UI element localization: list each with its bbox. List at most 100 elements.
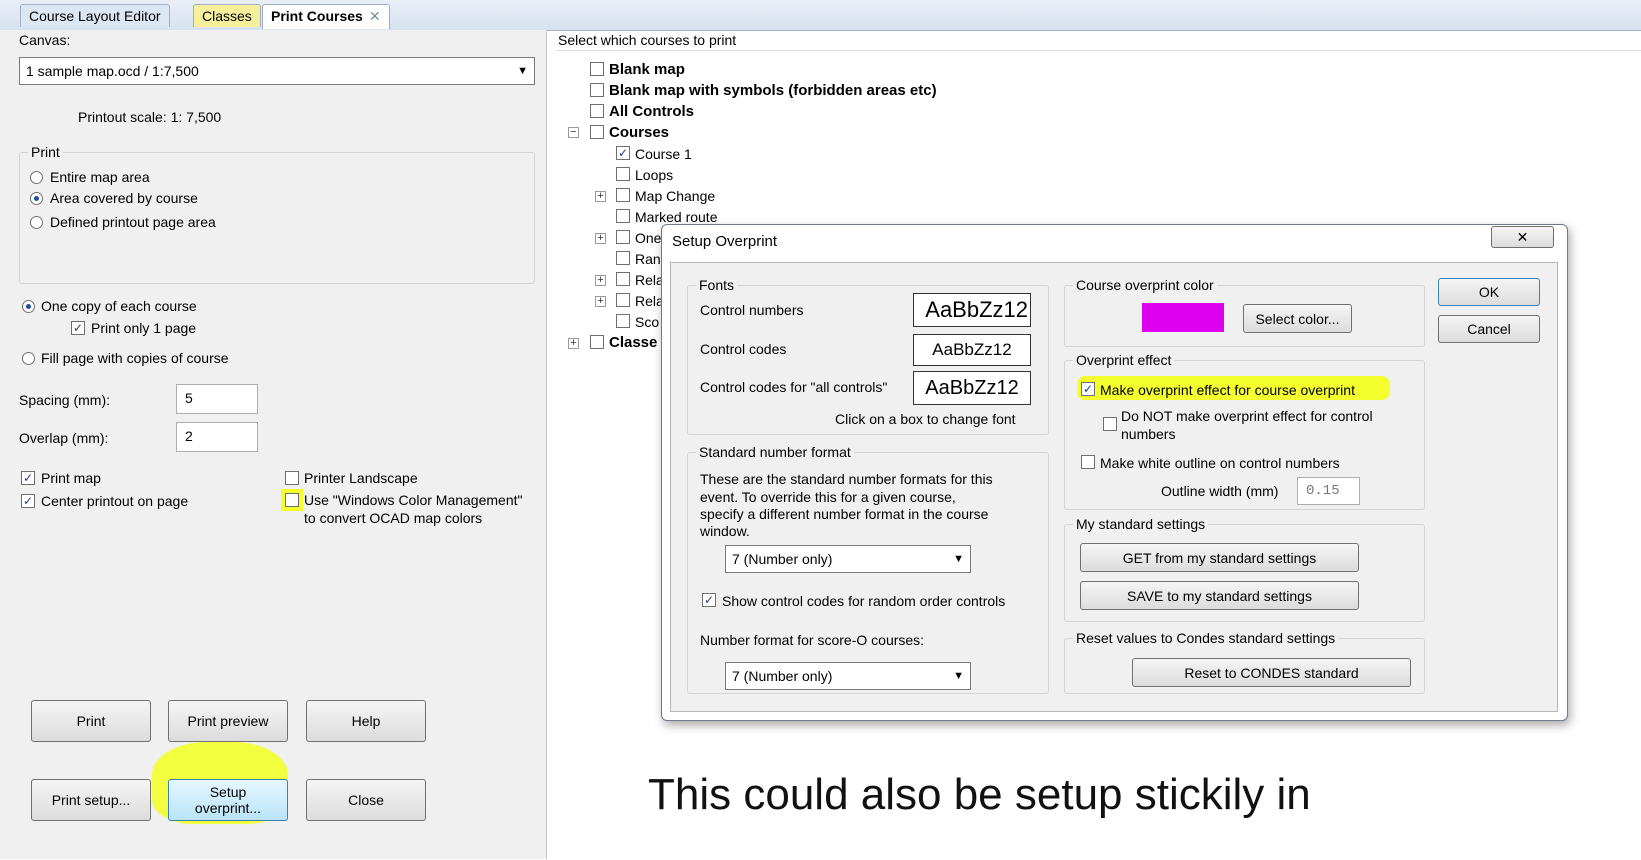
cancel-button[interactable]: Cancel xyxy=(1438,315,1540,343)
reset-condes-button[interactable]: Reset to CONDES standard xyxy=(1132,658,1411,687)
print-map-label: Print map xyxy=(41,470,101,486)
tab-print-courses[interactable]: Print Courses ✕ xyxy=(262,4,390,29)
tree-item-ran[interactable]: Ran xyxy=(635,251,661,267)
control-numbers-font-box[interactable]: AaBbZz12 xyxy=(913,293,1031,327)
radio-defined-area-label: Defined printout page area xyxy=(50,214,216,230)
checkbox-printer-landscape[interactable] xyxy=(285,471,299,485)
spacing-input[interactable]: 5 xyxy=(176,384,258,414)
tree-item-map-change[interactable]: Map Change xyxy=(635,188,715,204)
setup-overprint-button[interactable]: Setup overprint... xyxy=(168,779,288,821)
tree-item-loops[interactable]: Loops xyxy=(635,167,673,183)
radio-entire-map[interactable] xyxy=(30,171,43,184)
tree-item-all-controls[interactable]: All Controls xyxy=(609,103,694,120)
checkbox-all-controls[interactable] xyxy=(590,104,604,118)
do-not-overprint-label-2: numbers xyxy=(1121,426,1176,442)
checkbox-white-outline[interactable] xyxy=(1081,455,1095,469)
setup-overprint-label-2: overprint... xyxy=(194,800,262,816)
expand-icon[interactable]: + xyxy=(568,338,579,349)
outline-width-label: Outline width (mm) xyxy=(1161,483,1279,499)
expand-icon[interactable]: + xyxy=(595,233,606,244)
printout-scale: Printout scale: 1: 7,500 xyxy=(78,109,222,125)
tree-item-rela-1[interactable]: Rela xyxy=(635,272,664,288)
score-o-value: 7 (Number only) xyxy=(732,668,833,684)
standard-number-desc: event. To override this for a given cour… xyxy=(700,489,956,505)
checkbox-course-1[interactable]: ✓ xyxy=(616,146,630,160)
score-o-select[interactable]: 7 (Number only) ▼ xyxy=(725,662,971,690)
close-button[interactable]: Close xyxy=(306,779,426,821)
checkbox-ran[interactable] xyxy=(616,251,630,265)
overprint-color-swatch xyxy=(1142,303,1224,332)
tree-item-classes[interactable]: Classe xyxy=(609,334,657,351)
checkbox-marked-route[interactable] xyxy=(616,209,630,223)
checkbox-make-overprint[interactable]: ✓ xyxy=(1081,382,1095,396)
do-not-overprint-label-1: Do NOT make overprint effect for control xyxy=(1121,408,1373,424)
radio-defined-area[interactable] xyxy=(30,216,43,229)
checkbox-sco[interactable] xyxy=(616,314,630,328)
expand-icon[interactable]: + xyxy=(595,191,606,202)
standard-number-title: Standard number format xyxy=(696,444,854,460)
control-codes-font-box[interactable]: AaBbZz12 xyxy=(913,334,1031,366)
tree-item-courses[interactable]: Courses xyxy=(609,124,669,141)
outline-width-input[interactable]: 0.15 xyxy=(1297,477,1360,505)
radio-one-copy-label: One copy of each course xyxy=(41,298,197,314)
save-standard-button[interactable]: SAVE to my standard settings xyxy=(1080,581,1359,610)
checkbox-loops[interactable] xyxy=(616,167,630,181)
checkbox-windows-color[interactable] xyxy=(285,493,299,507)
expand-icon[interactable]: + xyxy=(595,275,606,286)
checkbox-blank-map[interactable] xyxy=(590,62,604,76)
checkbox-classes[interactable] xyxy=(590,335,604,349)
tab-label: Print Courses xyxy=(271,8,363,24)
show-control-codes-label: Show control codes for random order cont… xyxy=(722,593,1006,609)
tree-item-course-1[interactable]: Course 1 xyxy=(635,146,692,162)
checkbox-rela-2[interactable] xyxy=(616,293,630,307)
print-setup-button[interactable]: Print setup... xyxy=(31,779,151,821)
get-standard-button[interactable]: GET from my standard settings xyxy=(1080,543,1359,572)
number-format-select[interactable]: 7 (Number only) ▼ xyxy=(725,545,971,573)
print-preview-button[interactable]: Print preview xyxy=(168,700,288,742)
number-format-value: 7 (Number only) xyxy=(732,551,833,567)
tree-item-one[interactable]: One xyxy=(635,230,661,246)
radio-fill-page[interactable] xyxy=(22,352,35,365)
ok-button[interactable]: OK xyxy=(1438,278,1540,306)
checkbox-show-control-codes[interactable]: ✓ xyxy=(702,593,716,607)
checkbox-one[interactable] xyxy=(616,230,630,244)
tree-item-marked-route[interactable]: Marked route xyxy=(635,209,717,225)
control-codes-all-font-box[interactable]: AaBbZz12 xyxy=(913,371,1031,405)
chevron-down-icon: ▼ xyxy=(953,670,964,682)
tree-item-sco[interactable]: Sco xyxy=(635,314,659,330)
print-button[interactable]: Print xyxy=(31,700,151,742)
checkbox-courses[interactable] xyxy=(590,125,604,139)
standard-number-desc: window. xyxy=(700,523,750,539)
canvas-label: Canvas: xyxy=(19,32,71,48)
radio-area-covered[interactable] xyxy=(30,192,43,205)
close-icon[interactable]: ✕ xyxy=(369,8,381,24)
radio-one-copy[interactable] xyxy=(22,300,35,313)
tab-course-layout-editor[interactable]: Course Layout Editor xyxy=(20,4,170,27)
expand-icon[interactable]: + xyxy=(595,296,606,307)
overlap-input[interactable]: 2 xyxy=(176,422,258,452)
tree-item-blank-map[interactable]: Blank map xyxy=(609,61,685,78)
printer-landscape-label: Printer Landscape xyxy=(304,470,418,486)
tree-item-rela-2[interactable]: Rela xyxy=(635,293,664,309)
checkbox-print-only-1-page[interactable]: ✓ xyxy=(71,321,85,335)
overlap-label: Overlap (mm): xyxy=(19,430,109,446)
checkbox-blank-map-symbols[interactable] xyxy=(590,83,604,97)
tab-classes[interactable]: Classes xyxy=(193,4,261,27)
collapse-icon[interactable]: − xyxy=(568,127,579,138)
checkbox-print-map[interactable]: ✓ xyxy=(21,471,35,485)
white-outline-label: Make white outline on control numbers xyxy=(1100,455,1340,471)
checkbox-map-change[interactable] xyxy=(616,188,630,202)
help-button[interactable]: Help xyxy=(306,700,426,742)
windows-color-label-2: to convert OCAD map colors xyxy=(304,510,483,526)
checkbox-center-printout[interactable]: ✓ xyxy=(21,494,35,508)
standard-number-desc: specify a different number format in the… xyxy=(700,506,989,522)
dialog-close-button[interactable]: ✕ xyxy=(1491,226,1554,248)
checkbox-rela-1[interactable] xyxy=(616,272,630,286)
tree-item-blank-map-symbols[interactable]: Blank map with symbols (forbidden areas … xyxy=(609,82,937,99)
canvas-select[interactable]: 1 sample map.ocd / 1:7,500 ▼ xyxy=(19,57,535,85)
standard-number-desc: These are the standard number formats fo… xyxy=(700,471,993,487)
print-only-1-page-label: Print only 1 page xyxy=(91,320,197,336)
fonts-group-title: Fonts xyxy=(696,277,738,293)
checkbox-do-not-overprint[interactable] xyxy=(1103,417,1117,431)
select-color-button[interactable]: Select color... xyxy=(1243,304,1352,333)
